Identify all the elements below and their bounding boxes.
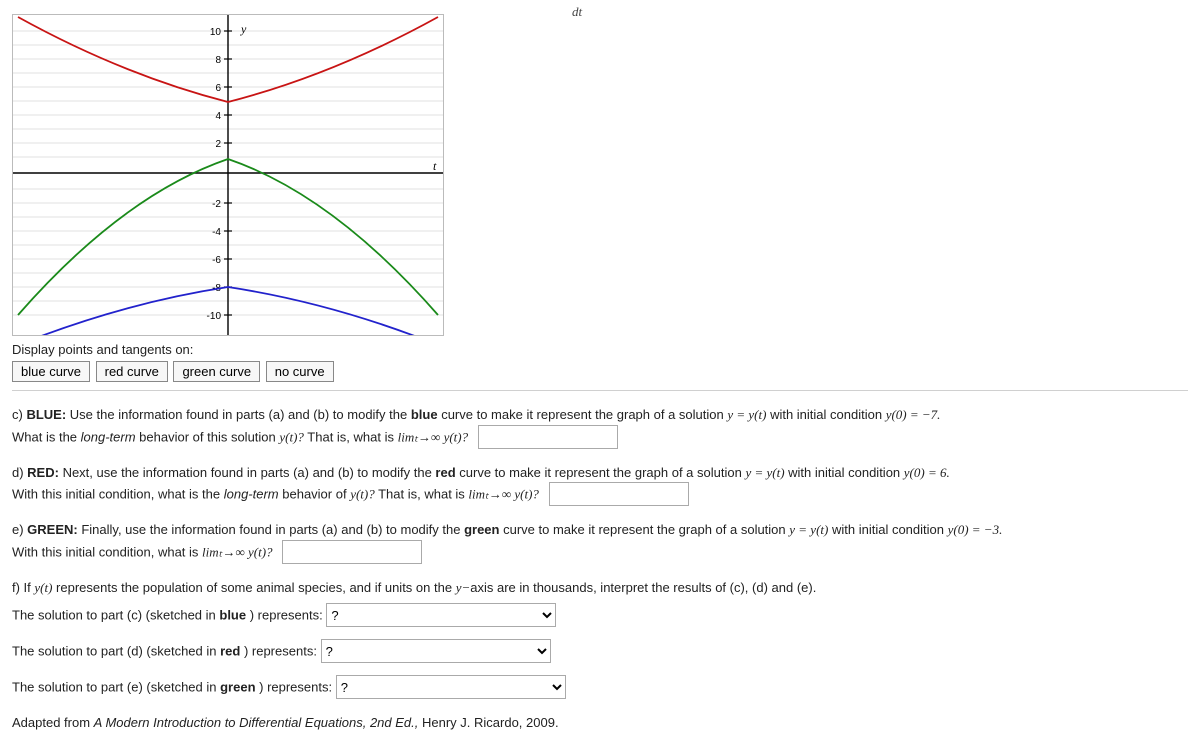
svg-text:4: 4 bbox=[215, 111, 221, 122]
cite-a: Adapted from bbox=[12, 715, 94, 730]
e-answer-input[interactable] bbox=[282, 540, 422, 564]
c-l2b: behavior of this solution bbox=[136, 429, 280, 444]
part-c: c) BLUE: Use the information found in pa… bbox=[12, 405, 1188, 449]
d-b3: with initial condition bbox=[785, 465, 904, 480]
c-b1: Use the information found in parts (a) a… bbox=[66, 407, 411, 422]
citation: Adapted from A Modern Introduction to Di… bbox=[12, 713, 1188, 733]
f-eq2: y− bbox=[456, 580, 471, 595]
e-lead: e) bbox=[12, 522, 27, 537]
display-label: Display points and tangents on: bbox=[12, 342, 1188, 357]
no-curve-button[interactable]: no curve bbox=[266, 361, 334, 382]
f-b1: represents the population of some animal… bbox=[52, 580, 455, 595]
d-lim: limₜ→∞ y(t)? bbox=[468, 487, 539, 502]
part-f: f) If y(t) represents the population of … bbox=[12, 578, 1188, 700]
d-eq3: y(t)? bbox=[350, 487, 375, 502]
cite-title: A Modern Introduction to Differential Eq… bbox=[94, 715, 419, 730]
d-l2c: That is, what is bbox=[375, 487, 469, 502]
c-eq3: y(t)? bbox=[279, 429, 304, 444]
c-italic: long-term bbox=[81, 429, 136, 444]
d-redword: red bbox=[435, 465, 455, 480]
svg-text:t: t bbox=[433, 159, 437, 173]
top-fragment: dt bbox=[572, 4, 582, 19]
svg-text:y: y bbox=[240, 22, 247, 36]
d-answer-input[interactable] bbox=[549, 482, 689, 506]
c-lim: limₜ→∞ y(t)? bbox=[398, 429, 469, 444]
c-b2: curve to make it represent the graph of … bbox=[438, 407, 728, 422]
e-greenword: green bbox=[464, 522, 499, 537]
red-curve-button[interactable]: red curve bbox=[96, 361, 168, 382]
svg-text:-4: -4 bbox=[212, 227, 221, 238]
e-eq1: y = y(t) bbox=[789, 522, 828, 537]
d-l2b: behavior of bbox=[279, 487, 351, 502]
f-rowc-b: blue bbox=[219, 608, 246, 623]
e-l2a: With this initial condition, what is bbox=[12, 544, 202, 559]
svg-text:-6: -6 bbox=[212, 255, 221, 266]
c-b3: with initial condition bbox=[766, 407, 885, 422]
cite-b: Henry J. Ricardo, 2009. bbox=[418, 715, 558, 730]
svg-text:2: 2 bbox=[215, 139, 221, 150]
f-select-d[interactable]: ? bbox=[321, 639, 551, 663]
svg-text:8: 8 bbox=[215, 55, 221, 66]
d-l2a: With this initial condition, what is the bbox=[12, 487, 224, 502]
e-lim: limₜ→∞ y(t)? bbox=[202, 544, 273, 559]
f-rowe-a: The solution to part (e) (sketched in bbox=[12, 680, 220, 695]
d-b2: curve to make it represent the graph of … bbox=[456, 465, 746, 480]
svg-text:-10: -10 bbox=[207, 311, 222, 322]
f-lead: f) If bbox=[12, 580, 34, 595]
c-eq2: y(0) = −7. bbox=[886, 407, 941, 422]
c-tag: BLUE: bbox=[26, 407, 66, 422]
d-eq1: y = y(t) bbox=[745, 465, 784, 480]
part-d: d) RED: Next, use the information found … bbox=[12, 463, 1188, 507]
e-b1: Finally, use the information found in pa… bbox=[78, 522, 464, 537]
part-e: e) GREEN: Finally, use the information f… bbox=[12, 520, 1188, 564]
green-curve-button[interactable]: green curve bbox=[173, 361, 260, 382]
c-l2c: That is, what is bbox=[304, 429, 398, 444]
e-tag: GREEN: bbox=[27, 522, 78, 537]
f-rowd-b: red bbox=[220, 644, 240, 659]
f-rowc-a: The solution to part (c) (sketched in bbox=[12, 608, 219, 623]
svg-text:6: 6 bbox=[215, 83, 221, 94]
blue-curve-button[interactable]: blue curve bbox=[12, 361, 90, 382]
c-answer-input[interactable] bbox=[478, 425, 618, 449]
c-lead: c) bbox=[12, 407, 26, 422]
f-b2: axis are in thousands, interpret the res… bbox=[470, 580, 816, 595]
e-eq2: y(0) = −3. bbox=[948, 522, 1003, 537]
e-b3: with initial condition bbox=[828, 522, 947, 537]
c-blueword: blue bbox=[411, 407, 438, 422]
chart-plot: 1086 42 -2-4-6 -8-10 y t bbox=[12, 14, 444, 336]
f-eq1: y(t) bbox=[34, 580, 52, 595]
c-eq1: y = y(t) bbox=[727, 407, 766, 422]
d-eq2: y(0) = 6. bbox=[904, 465, 950, 480]
e-b2: curve to make it represent the graph of … bbox=[499, 522, 789, 537]
f-rowd-c: ) represents: bbox=[240, 644, 317, 659]
svg-text:10: 10 bbox=[210, 27, 222, 38]
f-rowe-c: ) represents: bbox=[256, 680, 333, 695]
d-italic: long-term bbox=[224, 487, 279, 502]
svg-text:-2: -2 bbox=[212, 199, 221, 210]
f-rowc-c: ) represents: bbox=[246, 608, 323, 623]
f-select-e[interactable]: ? bbox=[336, 675, 566, 699]
d-lead: d) bbox=[12, 465, 27, 480]
f-select-c[interactable]: ? bbox=[326, 603, 556, 627]
d-tag: RED: bbox=[27, 465, 59, 480]
f-rowe-b: green bbox=[220, 680, 255, 695]
d-b1: Next, use the information found in parts… bbox=[59, 465, 435, 480]
c-l2a: What is the bbox=[12, 429, 81, 444]
f-rowd-a: The solution to part (d) (sketched in bbox=[12, 644, 220, 659]
